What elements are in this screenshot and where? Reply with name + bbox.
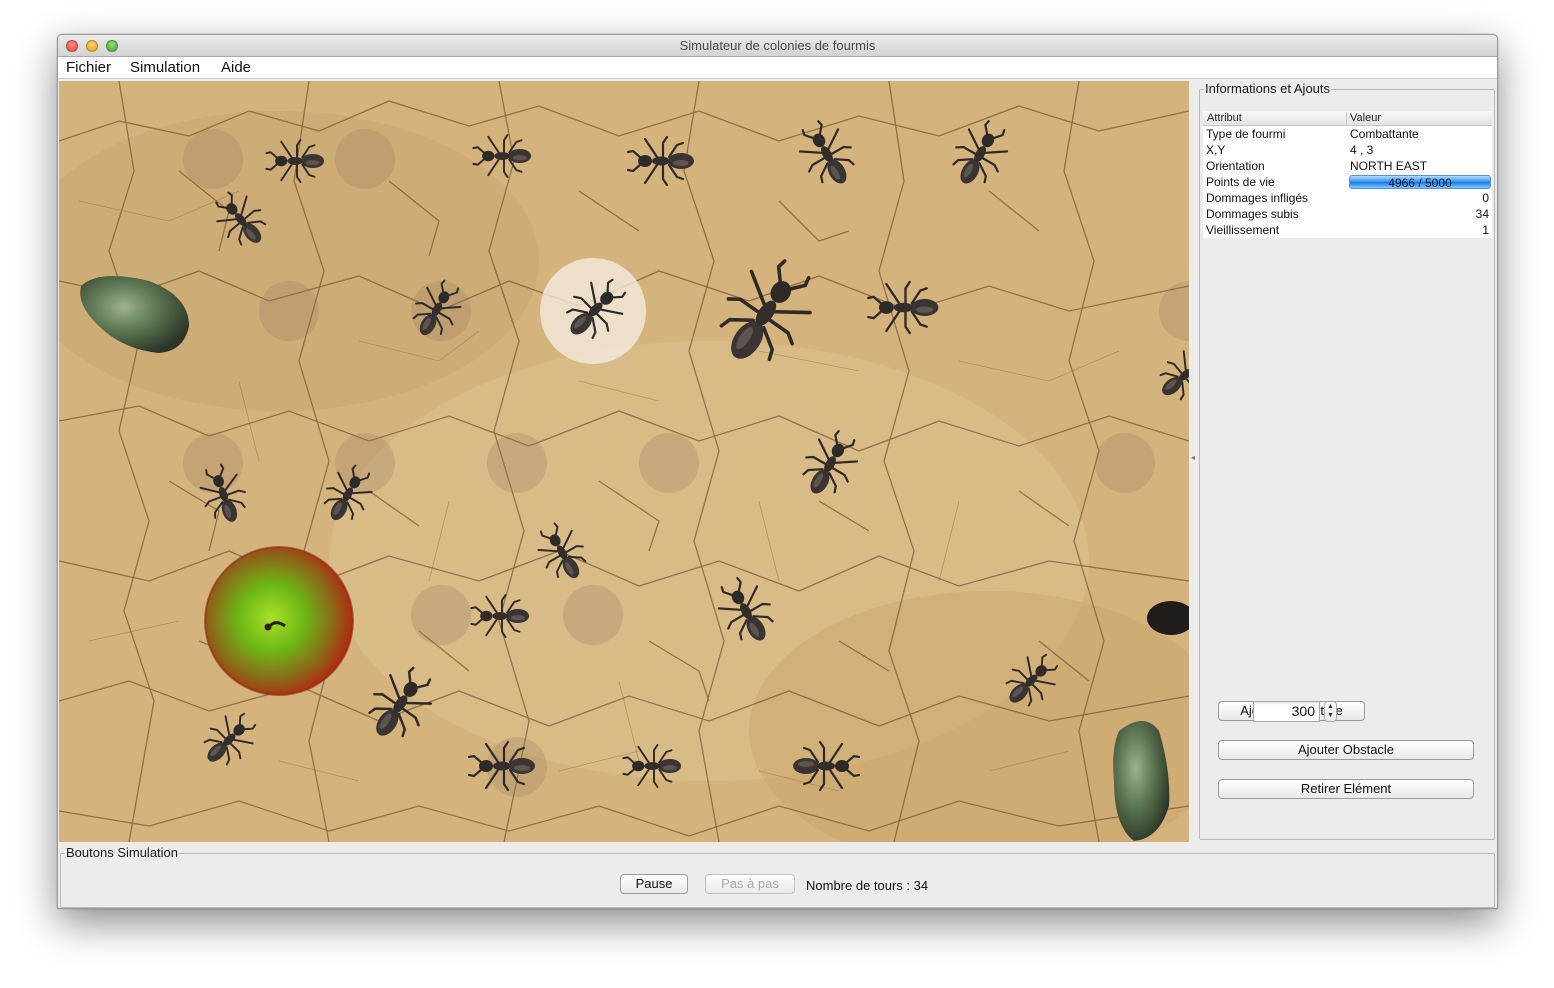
turn-counter: Nombre de tours : 34 [806,878,929,893]
row-value: Combattante [1350,127,1419,141]
splitter-arrow-icon: ◂ [1191,453,1196,462]
window-title: Simulateur de colonies de fourmis [679,38,876,53]
apple-icon[interactable] [204,546,354,696]
info-panel: Informations et Ajouts Attribut Valeur T… [1199,81,1495,842]
menu-fichier[interactable]: Fichier [66,59,111,76]
row-value: 0 [1482,191,1489,205]
app-window: Simulateur de colonies de fourmis Fichie… [57,34,1498,909]
info-legend: Informations et Ajouts [1204,81,1332,96]
column-divider[interactable] [1346,112,1347,125]
row-value: 4 , 3 [1350,143,1374,157]
simulation-legend: Boutons Simulation [65,845,180,860]
table-row[interactable]: Dommages subis 34 [1203,206,1492,222]
menu-bar: Fichier Simulation Aide [58,57,1497,79]
panel-splitter[interactable]: ◂ [1189,81,1199,842]
column-header-valeur[interactable]: Valeur [1350,112,1381,124]
simulation-board[interactable] [59,81,1189,842]
rock-icon[interactable] [1113,721,1170,841]
attributes-table: Attribut Valeur Type de fourmi Combattan… [1203,111,1492,238]
menu-aide[interactable]: Aide [221,59,251,76]
menu-simulation[interactable]: Simulation [130,59,200,76]
table-row[interactable]: Type de fourmi Combattante [1203,126,1492,142]
row-attribute: Points de vie [1206,175,1275,189]
row-value: 1 [1482,223,1489,237]
table-row[interactable]: Dommages infligés 0 [1203,190,1492,206]
row-attribute: Dommages infligés [1206,191,1309,205]
column-header-attribut[interactable]: Attribut [1207,112,1242,124]
health-value: 4966 / 5000 [1388,176,1452,190]
row-attribute: Orientation [1206,159,1265,173]
row-attribute: Vieillissement [1206,223,1280,237]
health-progress-bar: 4966 / 5000 [1349,175,1491,190]
pause-button[interactable]: Pause [620,874,688,894]
table-row[interactable]: Vieillissement 1 [1203,222,1492,238]
table-row[interactable]: X,Y 4 , 3 [1203,142,1492,158]
remove-element-button[interactable]: Retirer Elément [1218,779,1474,799]
food-quantity-stepper[interactable]: ▲ ▼ [1324,701,1337,722]
row-attribute: Type de fourmi [1206,127,1286,141]
table-header: Attribut Valeur [1203,111,1492,126]
row-attribute: Dommages subis [1206,207,1299,221]
row-value: 34 [1475,207,1489,221]
info-fieldset: Informations et Ajouts Attribut Valeur T… [1199,81,1495,840]
row-value: NORTH EAST [1350,159,1428,173]
board-canvas[interactable] [59,81,1189,842]
food-quantity-input[interactable]: 300 [1253,701,1320,722]
step-button[interactable]: Pas à pas [705,874,795,894]
title-bar: Simulateur de colonies de fourmis [58,35,1497,57]
add-obstacle-button[interactable]: Ajouter Obstacle [1218,740,1474,760]
table-row[interactable]: Orientation NORTH EAST [1203,158,1492,174]
row-attribute: X,Y [1206,143,1226,157]
table-row[interactable]: Points de vie 4966 / 5000 [1203,174,1492,190]
